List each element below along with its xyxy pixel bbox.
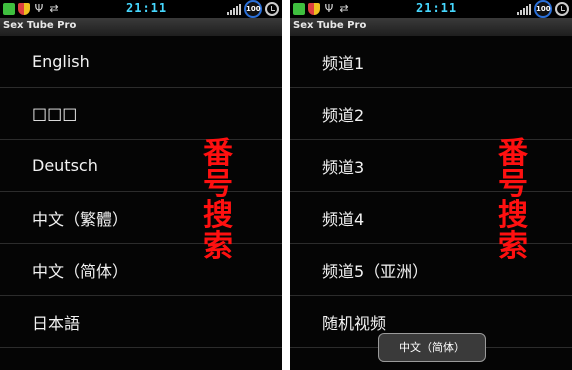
channel-label: 频道4 (322, 209, 365, 229)
language-label: English (32, 52, 90, 71)
channel-item-3[interactable]: 频道3 (290, 140, 572, 192)
language-label: 中文（简体） (32, 261, 129, 281)
app-notification-icon (3, 3, 15, 15)
channel-label: 频道1 (322, 53, 365, 73)
channel-item-1[interactable]: 频道1 (290, 36, 572, 88)
language-label: Deutsch (32, 156, 98, 175)
overlay-char: 索 (498, 229, 528, 264)
channel-label: 频道3 (322, 157, 365, 177)
app-title: Sex Tube Pro (3, 20, 77, 31)
overlay-caption: 番 号 搜 索 (498, 138, 528, 262)
overlay-caption: 番 号 搜 索 (203, 138, 233, 262)
channel-item-5-asia[interactable]: 频道5（亚洲） (290, 244, 572, 296)
signal-icon (227, 3, 241, 15)
channel-label: 随机视频 (322, 313, 387, 333)
alarm-clock-icon (265, 2, 279, 16)
language-item-deutsch[interactable]: Deutsch (0, 140, 282, 192)
usb-icon: Ψ (34, 2, 44, 15)
language-item-traditional-chinese[interactable]: 中文（繁體） (0, 192, 282, 244)
channel-list: 频道1 频道2 频道3 频道4 频道5（亚洲） 随机视频 (290, 36, 572, 348)
channel-item-2[interactable]: 频道2 (290, 88, 572, 140)
shield-icon (308, 3, 320, 15)
app-title-bar: Sex Tube Pro (0, 18, 282, 36)
battery-indicator: 100 (534, 0, 552, 18)
language-label: □□□ (32, 104, 78, 123)
overlay-char: 号 (203, 167, 233, 202)
status-bar: Ψ ⇄ 21:11 100 (0, 0, 282, 18)
usb-icon: Ψ (324, 2, 334, 15)
signal-icon (517, 3, 531, 15)
overlay-char: 号 (498, 167, 528, 202)
overlay-char: 索 (203, 229, 233, 264)
clock: 21:11 (416, 1, 458, 15)
left-screen: Ψ ⇄ 21:11 100 Sex Tube Pro English □□□ D… (0, 0, 282, 370)
sync-arrows-icon: ⇄ (49, 2, 59, 15)
status-bar: Ψ ⇄ 21:11 100 (290, 0, 572, 18)
app-title-bar: Sex Tube Pro (290, 18, 572, 36)
overlay-char: 番 (203, 136, 233, 171)
language-label: 中文（繁體） (32, 209, 129, 229)
right-screen: Ψ ⇄ 21:11 100 Sex Tube Pro 频道1 频道2 频道3 频… (290, 0, 572, 370)
language-item-simplified-chinese[interactable]: 中文（简体） (0, 244, 282, 296)
app-notification-icon (293, 3, 305, 15)
language-list: English □□□ Deutsch 中文（繁體） 中文（简体） 日本語 (0, 36, 282, 348)
clock: 21:11 (126, 1, 168, 15)
language-item-english[interactable]: English (0, 36, 282, 88)
battery-indicator: 100 (244, 0, 262, 18)
language-item-unrendered[interactable]: □□□ (0, 88, 282, 140)
overlay-char: 搜 (498, 198, 528, 233)
overlay-char: 番 (498, 136, 528, 171)
overlay-char: 搜 (203, 198, 233, 233)
channel-label: 频道5（亚洲） (322, 261, 429, 281)
toast-message: 中文（简体） (378, 333, 486, 362)
alarm-clock-icon (555, 2, 569, 16)
language-item-japanese[interactable]: 日本語 (0, 296, 282, 348)
shield-icon (18, 3, 30, 15)
channel-item-4[interactable]: 频道4 (290, 192, 572, 244)
language-label: 日本語 (32, 313, 81, 333)
sync-arrows-icon: ⇄ (339, 2, 349, 15)
channel-label: 频道2 (322, 105, 365, 125)
app-title: Sex Tube Pro (293, 20, 367, 31)
